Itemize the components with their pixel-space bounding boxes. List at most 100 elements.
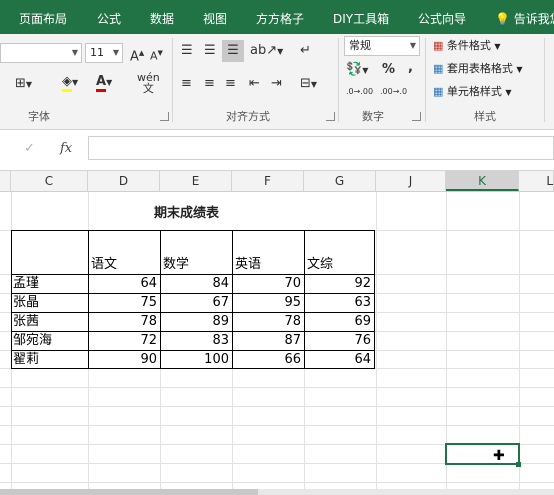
score-cell[interactable]: 63 xyxy=(304,293,374,312)
tab-diy-toolbox[interactable]: DIY工具箱 xyxy=(333,10,389,27)
header-math[interactable]: 数学 xyxy=(163,255,189,274)
increase-font-icon[interactable]: A▲ xyxy=(130,45,144,65)
score-cell[interactable]: 69 xyxy=(304,312,374,331)
cell-styles-button[interactable]: ▦ 单元格样式 ▼ xyxy=(433,84,512,101)
phonetic-guide-icon[interactable]: wén 文 xyxy=(137,72,160,94)
student-name[interactable]: 翟莉 xyxy=(13,350,39,369)
header-liberal-arts[interactable]: 文综 xyxy=(307,255,333,274)
font-size-dropdown[interactable]: 11 ▼ xyxy=(85,43,123,63)
font-name-dropdown[interactable]: ▼ xyxy=(0,43,82,63)
worksheet-grid[interactable]: 期末成绩表 语文 数学 英语 文综 孟瑾 64 84 70 92 张晶 75 6… xyxy=(0,192,554,495)
score-cell[interactable]: 64 xyxy=(304,350,374,369)
comma-style-button[interactable]: , xyxy=(408,60,413,76)
tab-data[interactable]: 数据 xyxy=(150,10,174,27)
cell-styles-label: 单元格样式 xyxy=(446,85,502,98)
student-name[interactable]: 张晶 xyxy=(13,293,39,312)
score-cell[interactable]: 76 xyxy=(304,331,374,350)
column-header-corner[interactable] xyxy=(0,171,11,191)
font-size-value: 11 xyxy=(90,46,104,59)
score-cell[interactable]: 64 xyxy=(88,274,160,293)
grid-line xyxy=(0,482,554,483)
number-format-dropdown[interactable]: 常规 ▼ xyxy=(344,36,420,56)
tell-me-search[interactable]: 💡 告诉我您 xyxy=(495,10,554,27)
decrease-decimal-icon[interactable]: .00→.0 xyxy=(380,84,407,100)
table-border xyxy=(11,230,12,369)
tab-fangfang[interactable]: 方方格子 xyxy=(256,10,304,27)
align-center-icon[interactable]: ≡ xyxy=(204,76,215,92)
fill-color-icon[interactable]: ◈▼ xyxy=(62,74,78,92)
score-cell[interactable]: 100 xyxy=(160,350,232,369)
header-chinese[interactable]: 语文 xyxy=(91,255,117,274)
align-top-icon[interactable]: ☰ xyxy=(181,43,193,59)
column-header-c[interactable]: C xyxy=(11,171,88,191)
column-header-d[interactable]: D xyxy=(88,171,160,191)
conditional-formatting-button[interactable]: ▦ 条件格式 ▼ xyxy=(433,38,501,55)
currency-format-icon[interactable]: 💱▼ xyxy=(346,62,368,79)
group-separator xyxy=(425,38,426,122)
score-cell[interactable]: 75 xyxy=(88,293,160,312)
tab-formulas[interactable]: 公式 xyxy=(97,10,121,27)
border-icon[interactable]: ⊞▼ xyxy=(15,76,32,93)
font-color-icon[interactable]: A▼ xyxy=(96,74,112,92)
format-as-table-button[interactable]: ▦ 套用表格格式 ▼ xyxy=(433,61,523,78)
group-separator xyxy=(544,38,545,122)
increase-indent-icon[interactable]: ⇥ xyxy=(271,76,282,92)
column-header-e[interactable]: E xyxy=(160,171,232,191)
chevron-down-icon: ▼ xyxy=(516,65,523,74)
score-cell[interactable]: 92 xyxy=(304,274,374,293)
score-cell[interactable]: 72 xyxy=(88,331,160,350)
header-english[interactable]: 英语 xyxy=(235,255,261,274)
align-left-icon[interactable]: ≡ xyxy=(181,76,192,92)
score-cell[interactable]: 70 xyxy=(232,274,304,293)
score-cell[interactable]: 90 xyxy=(88,350,160,369)
alignment-dialog-launcher[interactable] xyxy=(326,112,335,121)
tab-formula-wizard[interactable]: 公式向导 xyxy=(418,10,466,27)
merge-center-icon[interactable]: ⊟▼ xyxy=(300,76,317,93)
align-right-icon[interactable]: ≡ xyxy=(225,76,236,92)
score-cell[interactable]: 87 xyxy=(232,331,304,350)
score-cell[interactable]: 78 xyxy=(232,312,304,331)
fill-handle[interactable] xyxy=(516,462,521,467)
number-format-value: 常规 xyxy=(349,39,371,52)
scrollbar-thumb[interactable] xyxy=(0,489,258,495)
score-cell[interactable]: 83 xyxy=(160,331,232,350)
title-merged-cell[interactable] xyxy=(89,192,375,230)
increase-decimal-icon[interactable]: .0→.00 xyxy=(346,84,373,100)
grid-line xyxy=(0,425,554,426)
horizontal-scrollbar[interactable] xyxy=(0,489,554,495)
score-cell[interactable]: 84 xyxy=(160,274,232,293)
score-cell[interactable]: 78 xyxy=(88,312,160,331)
font-dialog-launcher[interactable] xyxy=(160,112,169,121)
orientation-icon[interactable]: ab↗▼ xyxy=(250,43,283,60)
enter-check-icon[interactable]: ✓ xyxy=(24,141,35,157)
align-middle-icon[interactable]: ☰ xyxy=(204,43,216,59)
student-name[interactable]: 张茜 xyxy=(13,312,39,331)
column-header-k[interactable]: K xyxy=(446,171,519,191)
lightbulb-icon: 💡 xyxy=(495,12,510,26)
student-name[interactable]: 邹宛海 xyxy=(13,331,52,350)
align-bottom-icon[interactable]: ☰ xyxy=(222,40,244,62)
decrease-indent-icon[interactable]: ⇤ xyxy=(249,76,260,92)
score-cell[interactable]: 89 xyxy=(160,312,232,331)
format-as-table-label: 套用表格格式 xyxy=(446,62,513,75)
active-cell-selection[interactable] xyxy=(445,443,520,465)
number-dialog-launcher[interactable] xyxy=(412,112,421,121)
wrap-text-icon[interactable]: ↵ xyxy=(300,43,311,59)
tab-view[interactable]: 视图 xyxy=(203,10,227,27)
percent-style-button[interactable]: % xyxy=(382,62,395,78)
column-header-l[interactable]: L xyxy=(519,171,554,191)
tab-page-layout[interactable]: 页面布局 xyxy=(19,10,67,27)
chevron-down-icon: ▼ xyxy=(112,48,119,57)
decrease-font-icon[interactable]: A▼ xyxy=(150,45,163,65)
score-cell[interactable]: 95 xyxy=(232,293,304,312)
group-separator xyxy=(338,38,339,122)
score-cell[interactable]: 67 xyxy=(160,293,232,312)
column-header-j[interactable]: J xyxy=(376,171,446,191)
column-header-g[interactable]: G xyxy=(304,171,376,191)
score-cell[interactable]: 66 xyxy=(232,350,304,369)
column-header-f[interactable]: F xyxy=(232,171,304,191)
student-name[interactable]: 孟瑾 xyxy=(13,274,39,293)
insert-function-icon[interactable]: fx xyxy=(60,141,72,157)
ribbon: ▼ 11 ▼ A▲ A▼ ⊞▼ ◈▼ A▼ wén 文 字体 ☰ ☰ ☰ ab↗▼ … xyxy=(0,34,554,130)
formula-input[interactable] xyxy=(88,136,554,160)
